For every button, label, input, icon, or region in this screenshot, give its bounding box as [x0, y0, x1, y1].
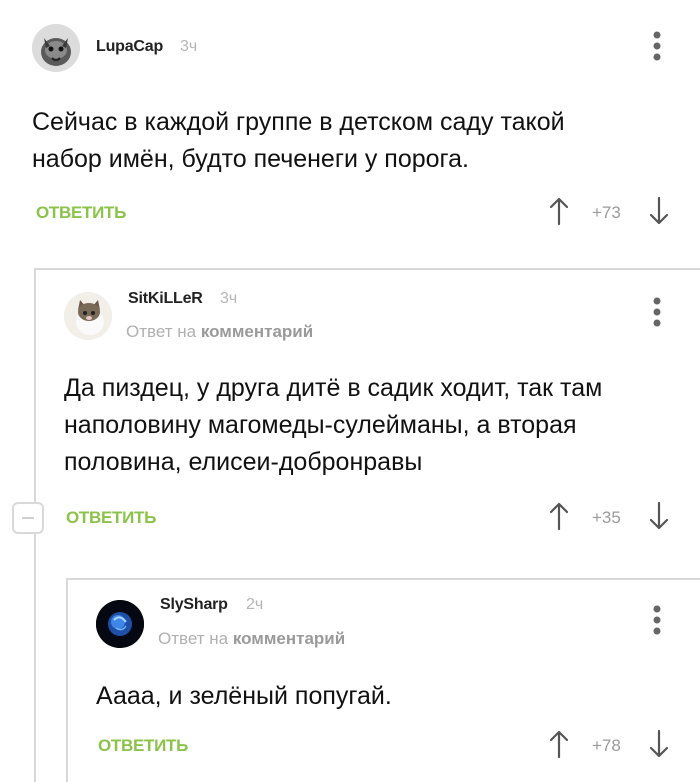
comment-3: SlySharp 2ч Ответ на комментарий Аааа, и…: [0, 580, 700, 782]
avatar-cat-icon[interactable]: [64, 292, 112, 340]
comment-author[interactable]: SlySharp: [160, 596, 228, 614]
comment-1: LupaCap 3ч Сейчас в каждой группе в детс…: [0, 0, 700, 260]
arrow-up-icon[interactable]: [548, 196, 570, 226]
comment-author[interactable]: SitKiLLeR: [128, 290, 203, 308]
reply-button[interactable]: ОТВЕТИТЬ: [66, 508, 156, 528]
reply-to-prefix: Ответ на: [158, 629, 233, 648]
avatar-blue-orb-icon[interactable]: [96, 600, 144, 648]
comment-body-line: Да пиздец, у друга дитё в садик ходит, т…: [64, 374, 603, 402]
reply-to-link[interactable]: комментарий: [201, 322, 313, 341]
comment-body-line: Аааа, и зелёный попугай.: [96, 682, 392, 710]
reply-to-label: Ответ на комментарий: [126, 322, 313, 342]
arrow-down-icon[interactable]: [648, 501, 670, 531]
comment-body-line: набор имён, будто печенеги у порога.: [32, 145, 469, 173]
comment-body-line: Сейчас в каждой группе в детском саду та…: [32, 108, 565, 136]
rating-value: +73: [592, 203, 621, 222]
reply-to-link[interactable]: комментарий: [233, 629, 345, 648]
reply-to-prefix: Ответ на: [126, 322, 201, 341]
comment-time: 2ч: [246, 596, 264, 613]
comment-body-line: наполовину магомеды-сулейманы, а вторая: [64, 411, 577, 439]
arrow-up-icon[interactable]: [548, 729, 570, 759]
reply-button[interactable]: ОТВЕТИТЬ: [98, 736, 188, 756]
rating-value: +78: [592, 736, 621, 755]
comment-author[interactable]: LupaCap: [96, 38, 163, 56]
kebab-menu-icon[interactable]: [652, 296, 662, 328]
comment-time: 3ч: [180, 38, 198, 55]
comment-body: Сейчас в каждой группе в детском саду та…: [32, 104, 672, 178]
reply-button[interactable]: ОТВЕТИТЬ: [36, 203, 126, 223]
kebab-menu-icon[interactable]: [652, 30, 662, 62]
comment-body: Да пиздец, у друга дитё в садик ходит, т…: [64, 370, 684, 481]
arrow-down-icon[interactable]: [648, 196, 670, 226]
rating-value: +35: [592, 508, 621, 527]
kebab-menu-icon[interactable]: [652, 604, 662, 636]
comment-2: SitKiLLeR 3ч Ответ на комментарий Да пиз…: [0, 270, 700, 550]
avatar-rhino-icon[interactable]: [32, 24, 80, 72]
arrow-down-icon[interactable]: [648, 729, 670, 759]
comment-body: Аааа, и зелёный попугай.: [96, 678, 676, 715]
arrow-up-icon[interactable]: [548, 501, 570, 531]
reply-to-label: Ответ на комментарий: [158, 629, 345, 649]
comment-body-line: половина, елисеи-добронравы: [64, 448, 423, 476]
comment-time: 3ч: [220, 290, 238, 307]
